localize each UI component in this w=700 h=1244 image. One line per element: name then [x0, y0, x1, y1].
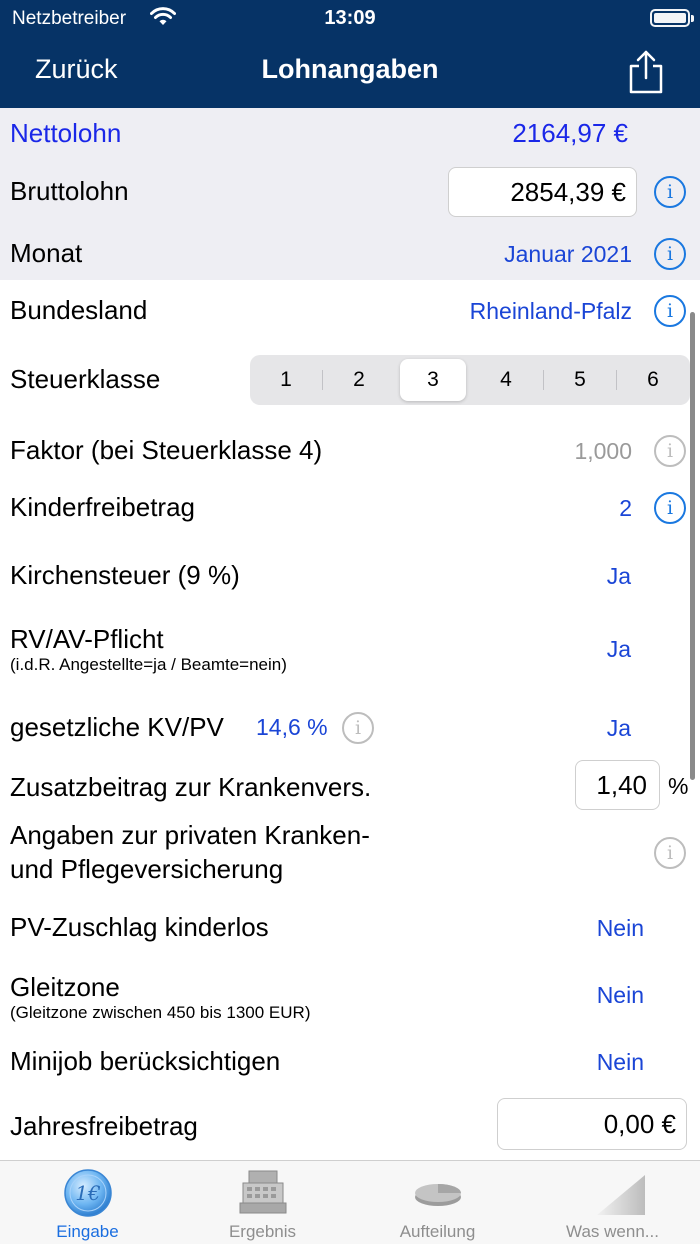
tab-what-if-label: Was wenn... [566, 1222, 659, 1241]
tax-class-label: Steuerklasse [10, 364, 161, 394]
tax-class-option-3-selected[interactable]: 3 [400, 359, 466, 401]
tab-bar: 1€ Eingabe Ergebnis Aufteilung Was wenn.… [0, 1160, 700, 1244]
minijob-value[interactable]: Nein [597, 1049, 644, 1076]
tab-result-label: Ergebnis [228, 1222, 297, 1241]
church-tax-label: Kirchensteuer (9 %) [10, 560, 240, 590]
percent-unit: % [668, 773, 689, 799]
euro-coin-icon: 1€ [64, 1169, 112, 1217]
state-value[interactable]: Rheinland-Pfalz [470, 298, 632, 325]
health-insurance-rate: 14,6 % [256, 714, 328, 740]
status-bar: Netzbetreiber 13:09 [0, 0, 700, 36]
additional-contribution-label: Zusatzbeitrag zur Krankenvers. [10, 772, 372, 802]
tax-class-option-6[interactable]: 6 [620, 359, 686, 401]
month-label: Monat [10, 238, 83, 268]
private-insurance-label-line1: Angaben zur privaten Kranken- [10, 820, 370, 850]
gross-salary-label: Bruttolohn [10, 176, 129, 206]
church-tax-value[interactable]: Ja [607, 563, 631, 590]
month-value[interactable]: Januar 2021 [504, 241, 632, 268]
share-icon[interactable] [624, 48, 668, 96]
tab-breakdown[interactable]: Aufteilung [350, 1161, 525, 1244]
tax-class-option-5[interactable]: 5 [547, 359, 613, 401]
glide-zone-sublabel: (Gleitzone zwischen 450 bis 1300 EUR) [10, 1003, 311, 1022]
month-info-icon[interactable]: i [654, 238, 686, 270]
segment-divider [616, 370, 617, 390]
pie-chart-icon [415, 1184, 461, 1206]
care-surcharge-label: PV-Zuschlag kinderlos [10, 912, 269, 942]
ramp-chart-icon [597, 1175, 645, 1215]
tab-what-if[interactable]: Was wenn... [525, 1161, 700, 1244]
glide-zone-label: Gleitzone [10, 972, 120, 1002]
tab-result[interactable]: Ergebnis [175, 1161, 350, 1244]
annual-allowance-input[interactable]: 0,00 € [497, 1098, 687, 1150]
glide-zone-value[interactable]: Nein [597, 982, 644, 1009]
child-allowance-value[interactable]: 2 [619, 495, 632, 522]
health-insurance-info-icon[interactable]: i [342, 712, 374, 744]
net-salary-value: 2164,97 € [512, 118, 628, 148]
tax-class-option-4[interactable]: 4 [473, 359, 539, 401]
additional-contribution-input[interactable]: 1,40 [575, 760, 660, 810]
factor-info-icon: i [654, 435, 686, 467]
tab-input[interactable]: 1€ Eingabe [0, 1161, 175, 1244]
private-insurance-info-icon[interactable]: i [654, 837, 686, 869]
child-allowance-label: Kinderfreibetrag [10, 492, 195, 522]
tab-breakdown-label: Aufteilung [399, 1222, 476, 1241]
child-allowance-info-icon[interactable]: i [654, 492, 686, 524]
tax-class-segmented-control[interactable]: 1 2 3 4 5 6 [250, 355, 690, 405]
state-info-icon[interactable]: i [654, 295, 686, 327]
pension-unemployment-label: RV/AV-Pflicht [10, 624, 164, 654]
cash-register-icon [239, 1170, 287, 1214]
factor-value: 1,000 [574, 438, 632, 464]
annual-allowance-label: Jahresfreibetrag [10, 1111, 198, 1141]
segment-divider [543, 370, 544, 390]
page-title: Lohnangaben [261, 54, 439, 84]
gross-salary-input[interactable]: 2854,39 € [448, 167, 637, 217]
clock: 13:09 [324, 7, 376, 29]
battery-icon [650, 9, 694, 27]
health-insurance-label: gesetzliche KV/PV [10, 712, 224, 742]
care-surcharge-value[interactable]: Nein [597, 915, 644, 942]
scrollbar[interactable] [690, 312, 695, 780]
tax-class-option-2[interactable]: 2 [326, 359, 392, 401]
minijob-label: Minijob berücksichtigen [10, 1046, 281, 1076]
factor-label: Faktor (bei Steuerklasse 4) [10, 435, 323, 465]
pension-unemployment-value[interactable]: Ja [607, 636, 631, 663]
health-insurance-value[interactable]: Ja [607, 715, 631, 742]
segment-divider [322, 370, 323, 390]
gross-salary-info-icon[interactable]: i [654, 176, 686, 208]
private-insurance-label-line2: und Pflegeversicherung [10, 854, 284, 884]
pension-unemployment-sublabel: (i.d.R. Angestellte=ja / Beamte=nein) [10, 655, 287, 674]
tab-input-label: Eingabe [56, 1222, 119, 1241]
navigation-bar: Zurück Lohnangaben [0, 36, 700, 108]
net-salary-label: Nettolohn [10, 118, 122, 148]
state-label: Bundesland [10, 295, 148, 325]
svg-text:1€: 1€ [75, 1181, 101, 1205]
tax-class-option-1[interactable]: 1 [253, 359, 319, 401]
